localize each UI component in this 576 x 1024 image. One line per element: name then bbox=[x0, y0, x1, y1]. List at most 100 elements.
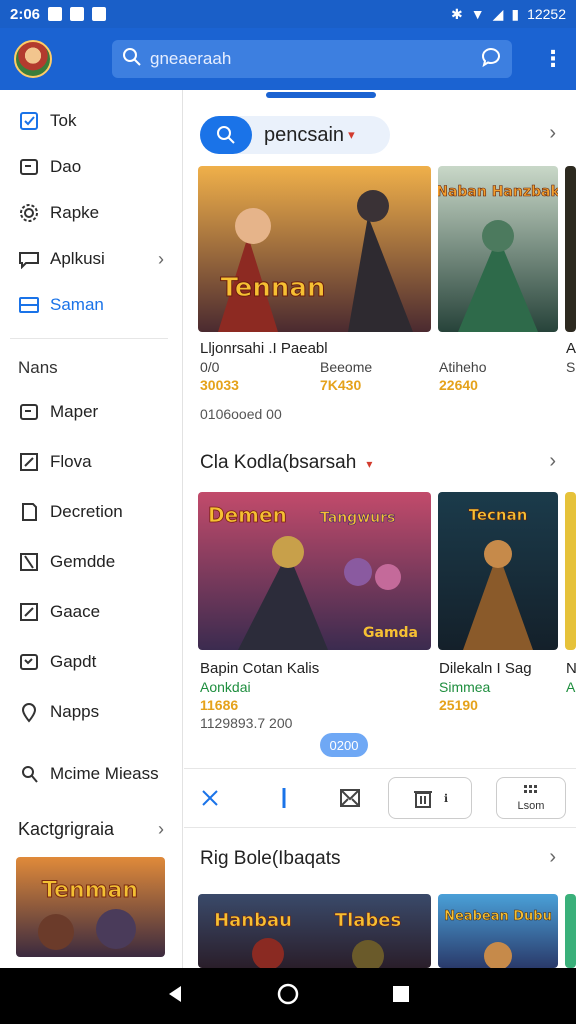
mail-icon[interactable] bbox=[332, 788, 368, 808]
sidebar-item-aplkusi[interactable]: Aplkusi › bbox=[0, 236, 182, 282]
main-content: pencsain ▾ › Tennan Naban Hanzbak Lljonr… bbox=[184, 90, 576, 968]
sidebar-item-gemdde[interactable]: Gemdde bbox=[0, 537, 182, 587]
section-title: Cla Kodla(bsarsah bbox=[200, 452, 357, 473]
battery-icon: ▮ bbox=[511, 5, 520, 22]
sidebar-item-maper[interactable]: Maper bbox=[0, 387, 182, 437]
game-card-image[interactable]: Tecnan bbox=[438, 492, 558, 650]
action-toolbar: ℹ Lsom bbox=[184, 768, 576, 828]
chevron-right-icon[interactable]: › bbox=[549, 122, 556, 145]
chevron-right-icon[interactable]: › bbox=[549, 846, 556, 869]
delete-button[interactable]: ℹ bbox=[388, 777, 472, 819]
sidebar-item-decretion[interactable]: Decretion bbox=[0, 487, 182, 537]
sidebar-item-label: Napps bbox=[50, 702, 100, 721]
card-price: 22640 bbox=[439, 377, 478, 393]
chat-icon[interactable] bbox=[480, 46, 502, 73]
game-card-image[interactable]: Naban Hanzbak bbox=[438, 166, 558, 332]
search-icon bbox=[122, 47, 142, 72]
game-card-image[interactable]: Demen Tangwurs Gamda bbox=[198, 492, 431, 650]
sidebar-item-mcime-mieass[interactable]: Mcime Mieass bbox=[0, 749, 182, 799]
card-art-title: Hanbau bbox=[214, 910, 292, 931]
categories-header[interactable]: Kactgrigraia › bbox=[0, 807, 182, 851]
status-time-right: 12252 bbox=[527, 6, 566, 22]
close-icon[interactable] bbox=[184, 788, 236, 808]
sidebar-item-gapdt[interactable]: Gapdt bbox=[0, 637, 182, 687]
chevron-down-icon[interactable]: ▾ bbox=[348, 127, 355, 143]
category-thumbnail[interactable]: Tenman bbox=[16, 857, 165, 957]
sidebar-item-gaace[interactable]: Gaace bbox=[0, 587, 182, 637]
sidebar-item-label: Tok bbox=[50, 111, 77, 130]
search-chip[interactable]: pencsain ▾ bbox=[200, 116, 390, 154]
card-subtitle: Simmea bbox=[439, 679, 491, 695]
chevron-right-icon[interactable]: › bbox=[549, 450, 556, 473]
sidebar-item-saman[interactable]: Saman bbox=[0, 282, 182, 328]
trash-icon bbox=[413, 791, 432, 808]
game-card-image[interactable]: Hanbau Tlabes bbox=[198, 894, 431, 968]
sidebar-item-flova[interactable]: Flova bbox=[0, 437, 182, 487]
more-menu-icon[interactable]: ⋮ bbox=[542, 46, 564, 72]
chevron-right-icon[interactable]: › bbox=[158, 249, 164, 270]
game-card-image[interactable]: Tennan bbox=[198, 166, 431, 332]
card-price: 7K430 bbox=[320, 377, 362, 393]
drag-handle[interactable] bbox=[266, 92, 376, 98]
recents-icon[interactable] bbox=[391, 984, 411, 1009]
card-art-title: Tennan bbox=[221, 273, 326, 303]
gear-icon bbox=[18, 202, 40, 224]
person-icon bbox=[18, 763, 40, 785]
category-thumbnail-title: Tenman bbox=[42, 878, 138, 903]
window-icon bbox=[18, 294, 40, 316]
card-title: Bapin Cotan Kalis bbox=[200, 660, 320, 677]
game-card-image[interactable] bbox=[565, 166, 576, 332]
grid-icon bbox=[524, 785, 537, 793]
card-art-title: Tangwurs bbox=[320, 510, 395, 526]
info-icon: ℹ bbox=[443, 792, 449, 805]
home-icon[interactable] bbox=[276, 982, 300, 1011]
section-header[interactable]: Rig Bole(Ibaqats bbox=[200, 848, 340, 870]
divider bbox=[10, 338, 168, 339]
card-subtitle: Beeome bbox=[320, 359, 373, 375]
sidebar-item-dao[interactable]: Dao bbox=[0, 144, 182, 190]
chip-label: pencsain bbox=[264, 123, 345, 146]
card-subtitle: Aonkdai bbox=[200, 679, 251, 695]
flag-icon bbox=[18, 551, 40, 573]
sidebar-item-label: Dao bbox=[50, 157, 82, 176]
card-title: Atiheho bbox=[439, 359, 487, 375]
chevron-right-icon[interactable]: › bbox=[158, 819, 164, 840]
notification-icon bbox=[48, 7, 63, 21]
game-card-image[interactable]: Neabean Dubu bbox=[438, 894, 558, 968]
notification-icon bbox=[70, 7, 85, 21]
card-meta: 0106ooed 00 bbox=[200, 406, 282, 422]
sidebar-item-napps[interactable]: Napps bbox=[0, 687, 182, 737]
signal-icon: ◢ bbox=[492, 5, 504, 22]
checkbox-icon bbox=[18, 110, 40, 132]
divider-icon[interactable] bbox=[236, 787, 332, 809]
search-bar[interactable] bbox=[112, 40, 512, 78]
bluetooth-icon: ✱ bbox=[450, 5, 463, 22]
sidebar-item-label: Aplkusi bbox=[50, 249, 105, 268]
search-icon[interactable] bbox=[200, 116, 252, 154]
chat-icon bbox=[18, 248, 40, 270]
card-art-title: Naban Hanzbak bbox=[438, 184, 558, 200]
search-input[interactable] bbox=[150, 49, 470, 69]
card-price: 25190 bbox=[439, 697, 478, 713]
more-button-label: Lsom bbox=[517, 800, 545, 812]
sidebar-item-label: Saman bbox=[50, 295, 104, 314]
sidebar-item-rapke[interactable]: Rapke bbox=[0, 190, 182, 236]
avatar[interactable] bbox=[14, 40, 52, 78]
card-title: A bbox=[566, 340, 576, 357]
card-title: N bbox=[566, 660, 576, 677]
card-icon bbox=[18, 156, 40, 178]
game-card-image[interactable] bbox=[565, 894, 576, 968]
card-icon bbox=[18, 401, 40, 423]
back-icon[interactable] bbox=[165, 984, 185, 1009]
section-header[interactable]: Cla Kodla(bsarsah ▾ bbox=[200, 452, 372, 474]
sidebar-item-tok[interactable]: Tok bbox=[0, 98, 182, 144]
more-button[interactable]: Lsom bbox=[496, 777, 566, 819]
chevron-down-icon[interactable]: ▾ bbox=[366, 457, 372, 471]
sidebar: Tok Dao Rapke Aplkusi › Saman Nans Maper… bbox=[0, 90, 183, 968]
card-art-title: Tecnan bbox=[469, 506, 528, 524]
sidebar-item-label: Flova bbox=[50, 452, 92, 471]
card-price: 30033 bbox=[200, 377, 239, 393]
sidebar-section-header: Nans bbox=[18, 358, 58, 377]
game-card-image[interactable] bbox=[565, 492, 576, 650]
card-title: Dilekaln I Sag bbox=[439, 660, 532, 677]
